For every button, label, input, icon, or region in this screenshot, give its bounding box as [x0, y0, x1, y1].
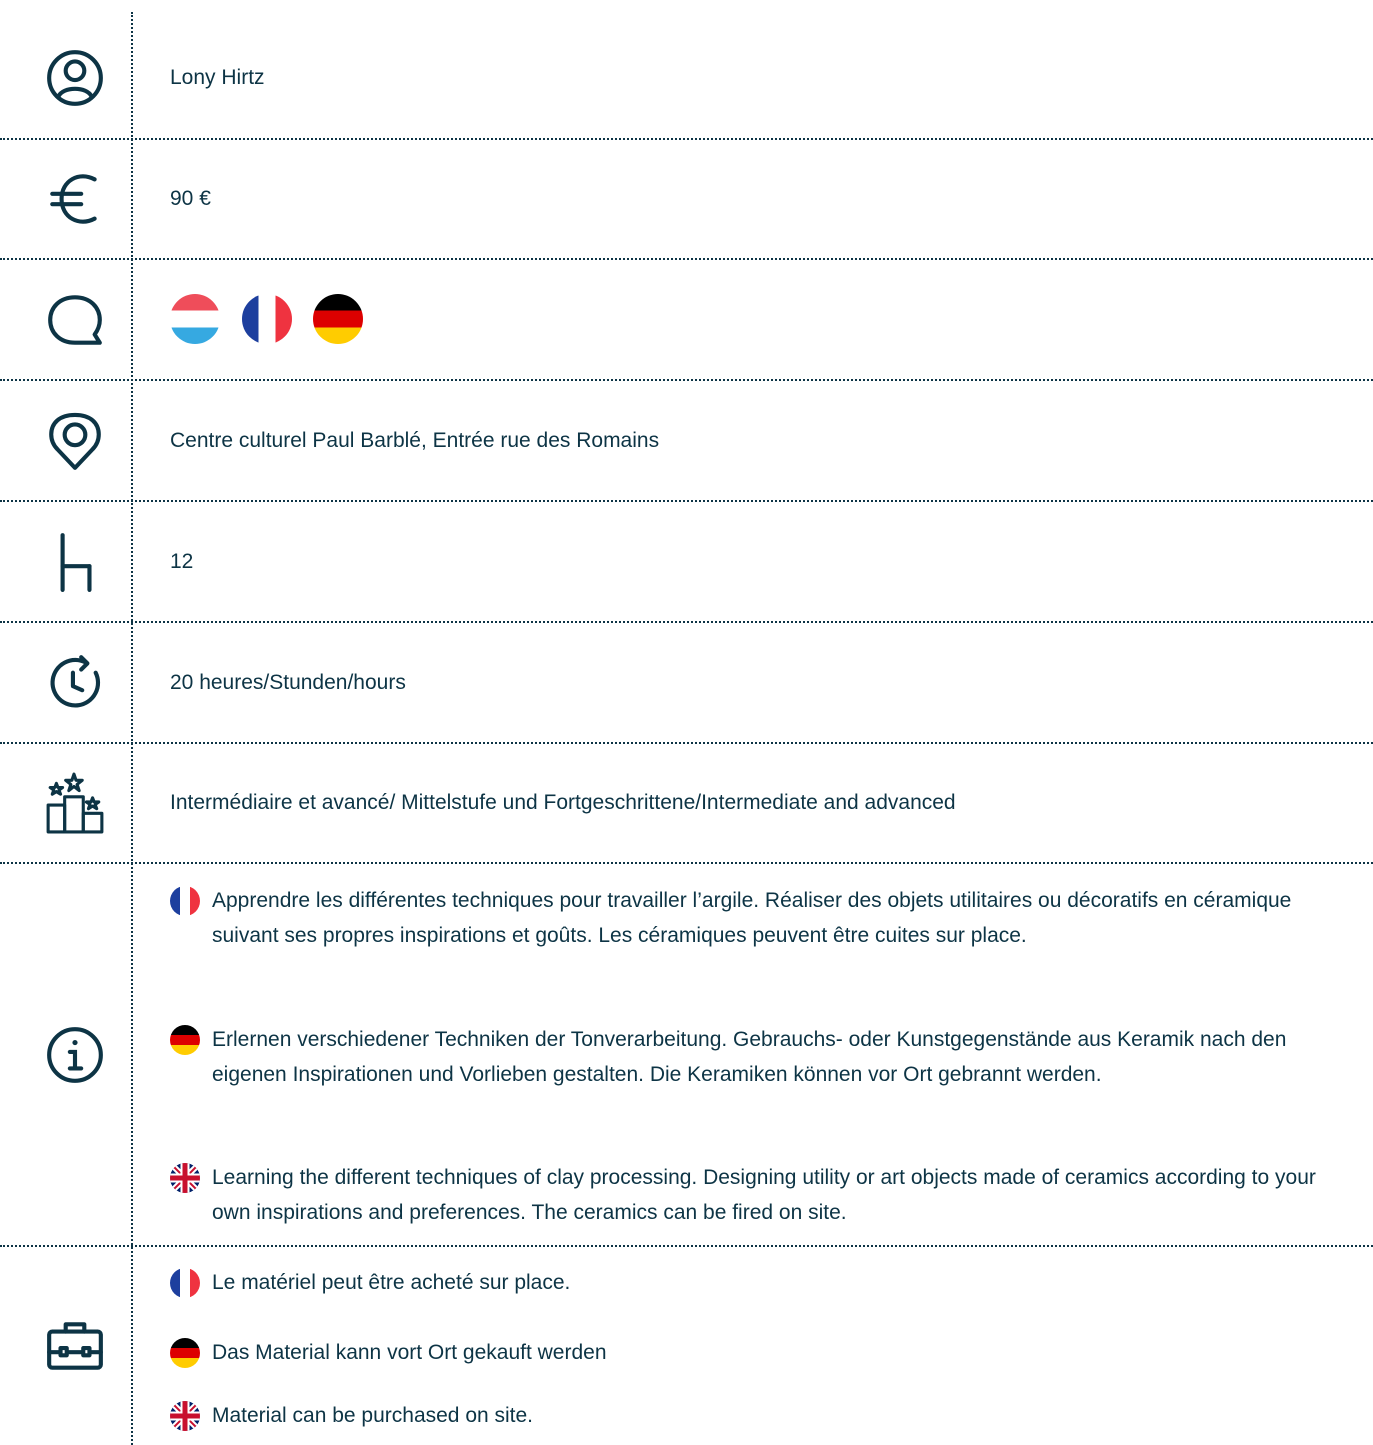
vertical-divider: [131, 12, 133, 1445]
info-icon: [44, 1024, 106, 1086]
material-de: Das Material kann vort Ort gekauft werde…: [212, 1341, 607, 1364]
price-value: 90 €: [170, 187, 211, 210]
location-pin-icon: [44, 410, 106, 472]
material-fr: Le matériel peut être acheté sur place.: [212, 1271, 571, 1294]
description-de: Erlernen verschiedener Techniken der Ton…: [212, 1028, 1287, 1086]
flag-luxembourg-icon: [170, 294, 220, 344]
seats-value: 12: [170, 550, 194, 573]
flag-germany-icon: [170, 1338, 200, 1368]
row-divider: [0, 742, 1373, 744]
row-divider: [0, 138, 1373, 140]
flag-uk-icon: [170, 1163, 200, 1193]
instructor-name: Lony Hirtz: [170, 66, 265, 89]
flag-germany-icon: [170, 1025, 200, 1055]
speech-bubble-icon: [44, 289, 106, 351]
euro-icon: [44, 168, 106, 230]
row-divider: [0, 258, 1373, 260]
duration-value: 20 heures/Stunden/hours: [170, 671, 406, 694]
flag-uk-icon: [170, 1401, 200, 1431]
description-en: Learning the different techniques of cla…: [212, 1166, 1316, 1224]
description-fr: Apprendre les différentes techniques pou…: [212, 889, 1292, 947]
podium-icon: [44, 772, 106, 834]
location-value: Centre culturel Paul Barblé, Entrée rue …: [170, 429, 660, 452]
flag-germany-icon: [313, 294, 363, 344]
level-value: Intermédiaire et avancé/ Mittelstufe und…: [170, 791, 956, 814]
flag-france-icon: [242, 294, 292, 344]
user-icon: [44, 47, 106, 109]
clock-icon: [44, 652, 106, 714]
row-divider: [0, 862, 1373, 864]
chair-icon: [44, 531, 106, 593]
flag-france-icon: [170, 886, 200, 916]
briefcase-icon: [44, 1314, 106, 1376]
row-divider: [0, 379, 1373, 381]
row-divider: [0, 621, 1373, 623]
flag-france-icon: [170, 1268, 200, 1298]
row-divider: [0, 1245, 1373, 1247]
row-divider: [0, 500, 1373, 502]
material-en: Material can be purchased on site.: [212, 1404, 534, 1427]
